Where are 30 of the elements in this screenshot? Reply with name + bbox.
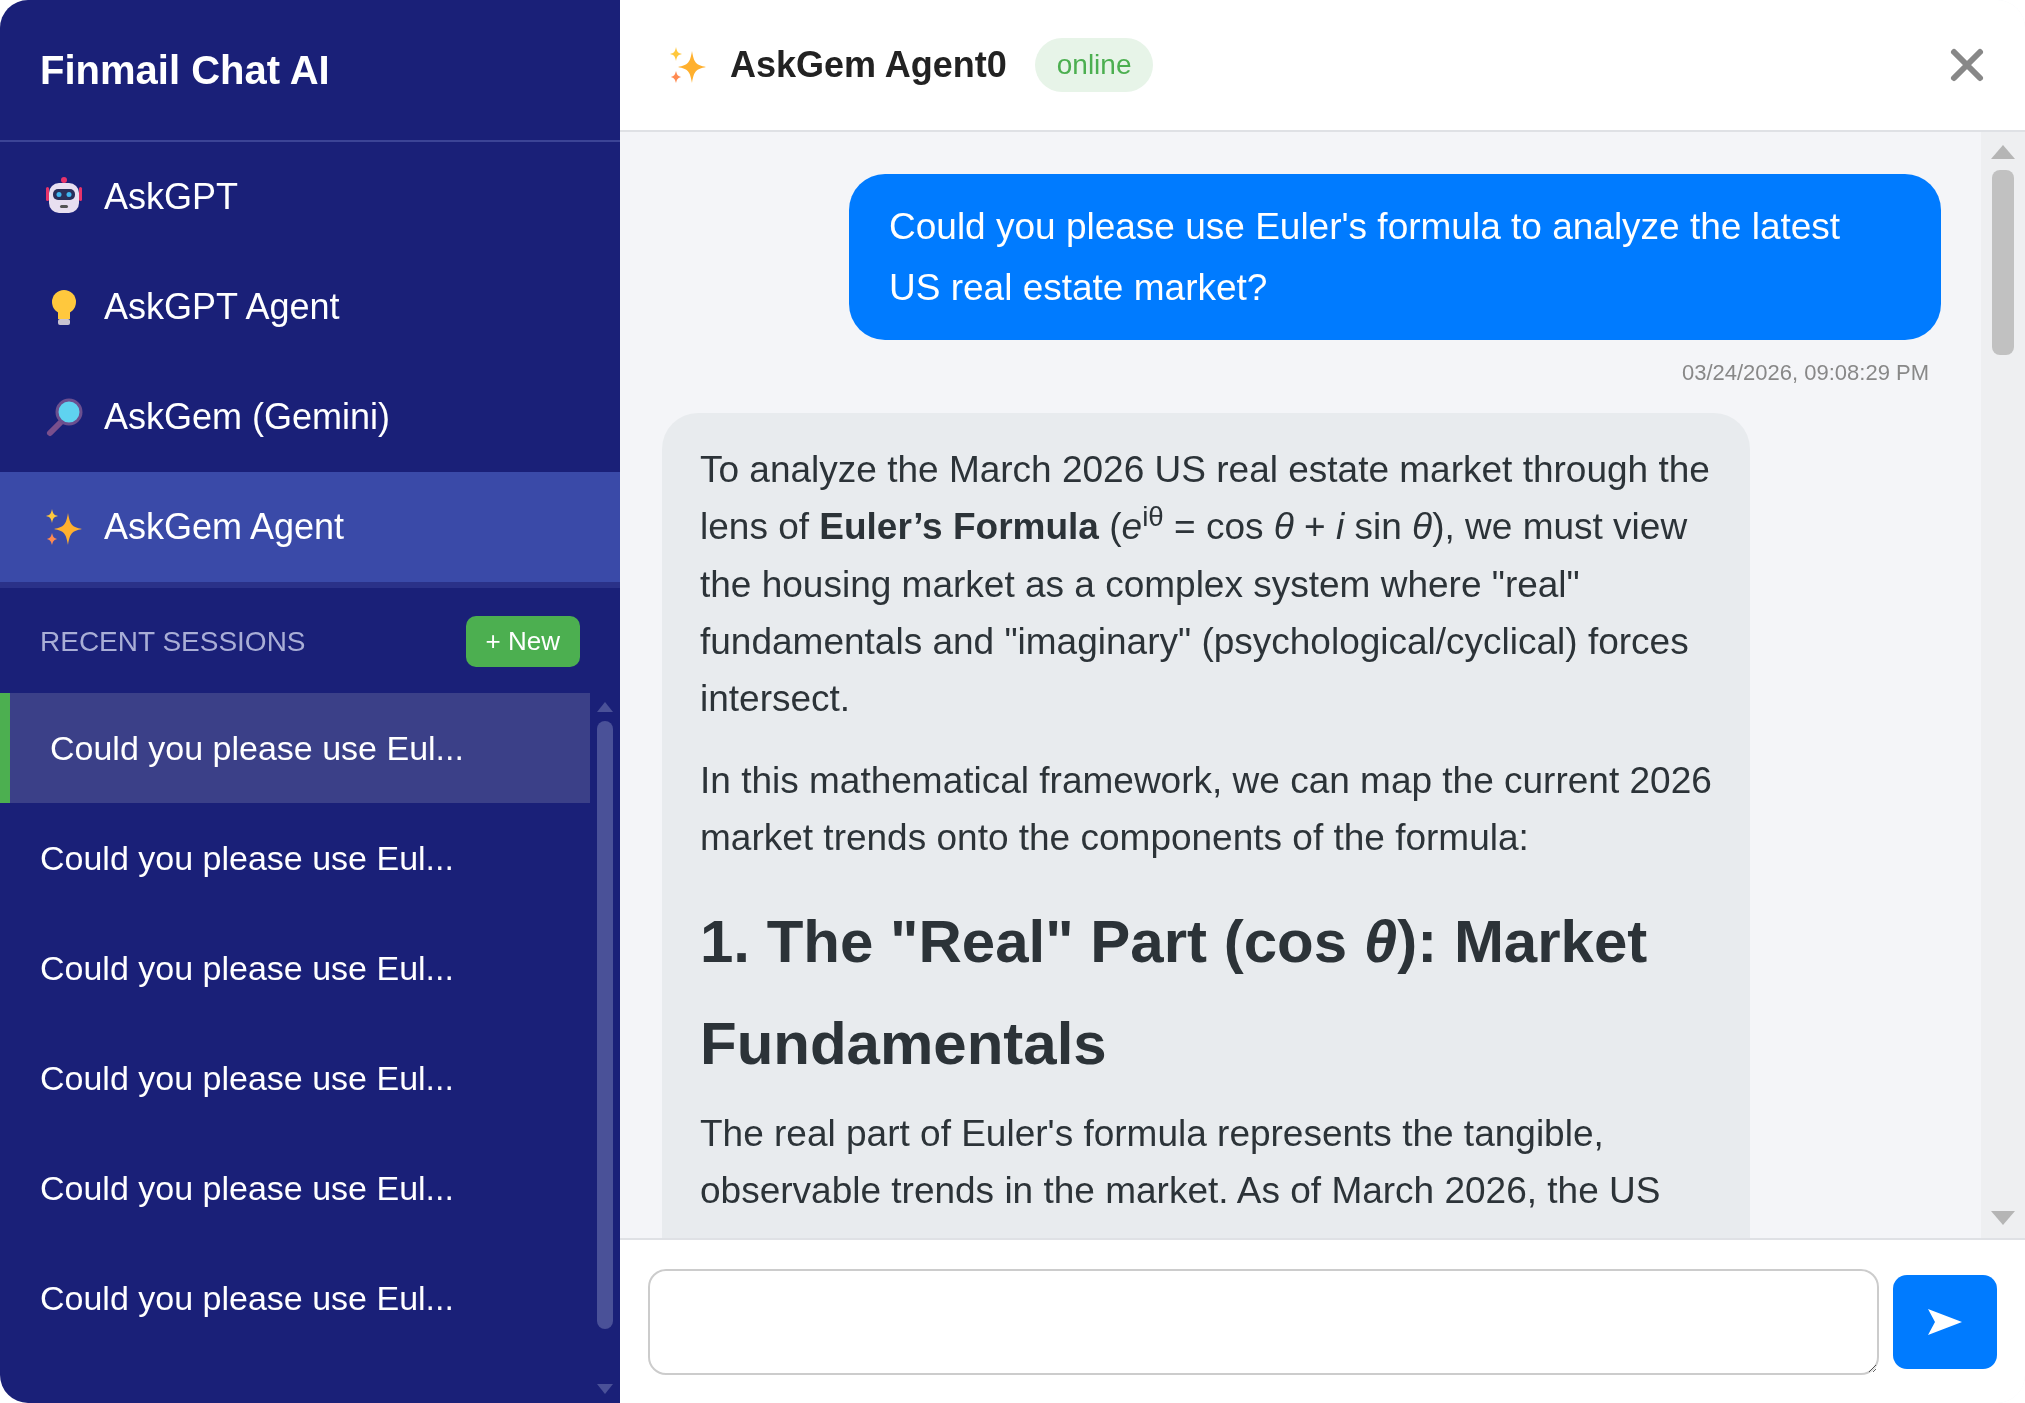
scroll-down-icon[interactable] xyxy=(596,1383,614,1395)
section-heading: RECENT SESSIONS xyxy=(40,624,306,659)
status-badge: online xyxy=(1034,38,1154,92)
message-paragraph: The real part of Euler's formula represents the tangible, observable trends in the market. As of March 2026, the US xyxy=(700,1111,1662,1213)
message-paragraph: To analyze the March 2026 US real estate market through the lens of Euler’s Formula (e$^{iθ}$ = cos θ + i sin θ), we must view the housing market as a complex system where "real" fundamentals and "imaginary" (psychological/cyclical) forces intersect. xyxy=(700,448,1711,722)
scrollbar[interactable] xyxy=(1981,132,2025,1238)
sidebar-item[interactable]: AskGPT xyxy=(0,142,620,252)
session-item[interactable]: Could you please use Eul... xyxy=(0,913,590,1023)
user-message: Could you please use Euler's formula to analyze the latest US real estate market? xyxy=(849,174,1941,341)
message-timestamp: 03/24/2026, 09:08:29 PM xyxy=(1681,359,1929,388)
chat-title: AskGem Agent0 xyxy=(730,43,1007,87)
session-item[interactable]: Could you please use Eul... xyxy=(0,1243,590,1353)
scroll-down-icon[interactable] xyxy=(1990,1210,2016,1226)
session-item[interactable]: Could you please use Eul... xyxy=(0,693,590,803)
close-icon[interactable] xyxy=(1949,47,1985,83)
scroll-up-icon[interactable] xyxy=(596,701,614,713)
scrollbar-thumb[interactable] xyxy=(597,721,613,1330)
message-input[interactable] xyxy=(648,1268,1879,1375)
send-icon xyxy=(1927,1307,1963,1336)
sidebar-item[interactable]: AskGem Agent xyxy=(0,472,620,582)
scroll-up-icon[interactable] xyxy=(1990,144,2016,160)
send-button[interactable] xyxy=(1893,1274,1997,1369)
sidebar-item[interactable]: AskGPT Agent xyxy=(0,252,620,362)
message-paragraph: In this mathematical framework, we can map the current 2026 market trends onto the components of the formula: xyxy=(700,758,1712,861)
scrollbar-thumb[interactable] xyxy=(1992,170,2014,356)
session-item[interactable]: Could you please use Eul... xyxy=(0,1023,590,1133)
sidebar-item[interactable]: AskGem (Gemini) xyxy=(0,362,620,472)
session-item[interactable]: Could you please use Eul... xyxy=(0,803,590,913)
session-item[interactable]: Could you please use Eul... xyxy=(0,1133,590,1243)
message-heading: 1. The "Real" Part (cos θ): Market Fundamentals xyxy=(700,906,1649,1079)
